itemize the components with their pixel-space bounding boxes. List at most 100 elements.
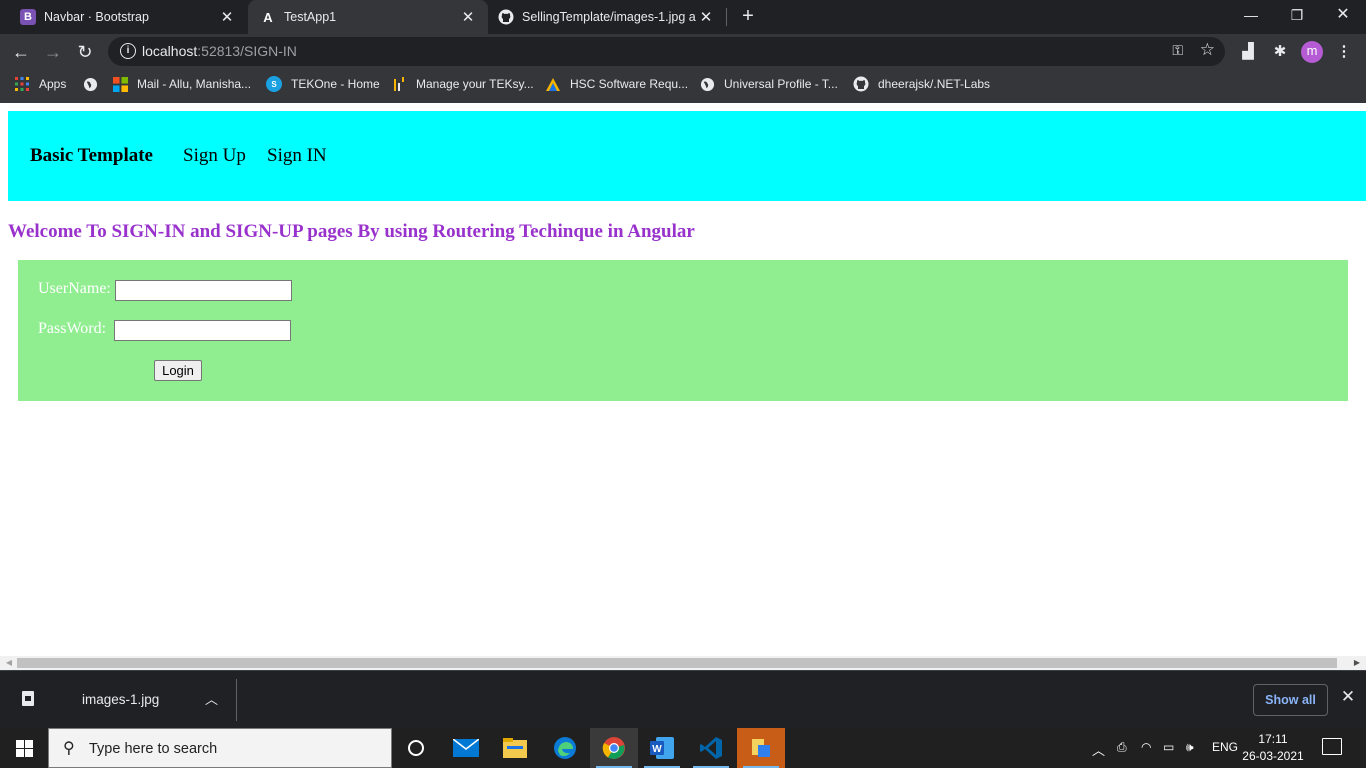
password-input[interactable] bbox=[114, 320, 291, 341]
menu-kebab-icon[interactable]: ⋮ bbox=[1334, 42, 1354, 62]
language-indicator[interactable]: ENG bbox=[1212, 740, 1238, 754]
tab-testapp1[interactable]: A TestApp1 ✕ bbox=[248, 0, 488, 34]
globe-icon bbox=[699, 76, 715, 92]
vscode-app[interactable] bbox=[687, 728, 735, 768]
bookmark-universal-profile[interactable]: Universal Profile - T... bbox=[699, 75, 838, 93]
bookmark-hsc[interactable]: HSC Software Requ... bbox=[545, 75, 688, 93]
page-heading: Welcome To SIGN-IN and SIGN-UP pages By … bbox=[8, 221, 695, 242]
close-window-button[interactable]: ✕ bbox=[1320, 0, 1366, 30]
username-input[interactable] bbox=[115, 280, 292, 301]
cortana-button[interactable] bbox=[392, 728, 440, 768]
close-shelf-icon[interactable]: ✕ bbox=[1338, 687, 1358, 707]
bars-icon bbox=[391, 76, 407, 92]
profile-avatar[interactable]: m bbox=[1301, 41, 1323, 63]
close-tab-icon[interactable]: ✕ bbox=[458, 8, 478, 26]
bookmark-tekone[interactable]: S TEKOne - Home bbox=[266, 75, 380, 93]
app-tile-icon bbox=[752, 739, 770, 757]
minimize-button[interactable]: — bbox=[1228, 0, 1274, 30]
angular-icon: A bbox=[263, 9, 273, 25]
chrome-app[interactable] bbox=[590, 728, 638, 768]
close-tab-icon[interactable]: ✕ bbox=[696, 8, 716, 26]
file-explorer-app[interactable] bbox=[491, 728, 539, 768]
bootstrap-icon: B bbox=[20, 9, 36, 25]
restore-button[interactable]: ❐ bbox=[1274, 0, 1320, 30]
tab-selling-template[interactable]: SellingTemplate/images-1.jpg at ✕ bbox=[488, 0, 726, 34]
tab-navbar-bootstrap[interactable]: B Navbar · Bootstrap ✕ bbox=[0, 0, 247, 34]
horizontal-scrollbar[interactable]: ◀ ▶ bbox=[0, 656, 1366, 670]
show-hidden-icons-chevron[interactable]: ︿ bbox=[1092, 740, 1105, 759]
windows-logo-icon bbox=[16, 740, 24, 748]
web-page: Basic Template Sign Up Sign IN Welcome T… bbox=[0, 103, 1366, 656]
mail-app[interactable] bbox=[442, 728, 490, 768]
username-label: UserName: bbox=[38, 280, 111, 297]
nav-link-sign-up[interactable]: Sign Up bbox=[183, 145, 246, 167]
bookmark-label: Mail - Allu, Manisha... bbox=[137, 77, 252, 91]
search-placeholder: Type here to search bbox=[89, 741, 218, 757]
forward-button[interactable]: → bbox=[40, 39, 66, 65]
start-button[interactable] bbox=[0, 728, 48, 768]
meet-now-icon[interactable]: ⎙ bbox=[1117, 740, 1127, 755]
reload-button[interactable]: ↻ bbox=[72, 39, 98, 65]
pinned-app[interactable] bbox=[737, 728, 785, 768]
site-info-icon[interactable]: i bbox=[120, 43, 136, 59]
file-icon bbox=[22, 691, 34, 706]
back-button[interactable]: ← bbox=[8, 39, 34, 65]
chevron-up-icon[interactable]: ︿ bbox=[205, 689, 218, 708]
scroll-left-arrow[interactable]: ◀ bbox=[2, 656, 16, 670]
bookmark-label: Manage your TEKsy... bbox=[416, 77, 534, 91]
bookmark-label: Apps bbox=[39, 77, 67, 91]
tab-title: TestApp1 bbox=[284, 10, 337, 24]
clock[interactable]: 17:11 26-03-2021 bbox=[1240, 731, 1306, 765]
scroll-right-arrow[interactable]: ▶ bbox=[1350, 656, 1364, 670]
bookmark-label: HSC Software Requ... bbox=[570, 77, 689, 91]
password-label: PassWord: bbox=[38, 320, 107, 337]
sharepoint-icon: S bbox=[266, 76, 282, 92]
tab-separator bbox=[726, 8, 727, 26]
nav-link-sign-in[interactable]: Sign IN bbox=[267, 145, 327, 167]
edge-icon bbox=[554, 737, 576, 759]
word-app[interactable]: W bbox=[638, 728, 686, 768]
bookmarks-bar: Apps Mail - Allu, Manisha... S TEKOne - … bbox=[0, 70, 1366, 98]
wifi-icon[interactable]: ◠ bbox=[1141, 740, 1151, 754]
bookmark-teksystems[interactable]: Manage your TEKsy... bbox=[391, 75, 534, 93]
extensions-icon[interactable]: ✱ bbox=[1270, 42, 1290, 62]
folder-icon bbox=[503, 738, 527, 758]
battery-icon[interactable]: ▭ bbox=[1163, 740, 1174, 754]
new-tab-button[interactable]: + bbox=[737, 5, 759, 29]
edge-app[interactable] bbox=[541, 728, 589, 768]
microsoft-logo-icon bbox=[112, 76, 128, 92]
navbar-brand[interactable]: Basic Template bbox=[30, 145, 153, 167]
download-file-name[interactable]: images-1.jpg bbox=[82, 692, 159, 707]
volume-icon[interactable]: 🕪 bbox=[1186, 740, 1194, 755]
windows-taskbar: ⚲ Type here to search W ︿ ⎙ ◠ ▭ 🕪 ENG 17… bbox=[0, 728, 1366, 768]
close-tab-icon[interactable]: ✕ bbox=[217, 8, 237, 26]
bookmark-label: dheerajsk/.NET-Labs bbox=[878, 77, 991, 91]
url-host: localhost bbox=[142, 43, 198, 59]
bookmark-star-icon[interactable]: ☆ bbox=[1200, 40, 1215, 60]
clock-date: 26-03-2021 bbox=[1242, 749, 1304, 763]
login-button[interactable]: Login bbox=[154, 360, 202, 381]
vscode-icon bbox=[700, 737, 722, 759]
triangle-logo-icon bbox=[545, 76, 561, 92]
bookmark-globe[interactable] bbox=[82, 75, 107, 93]
notification-center-icon[interactable] bbox=[1322, 738, 1342, 755]
bookmark-label: TEKOne - Home bbox=[291, 77, 380, 91]
apps-grid-icon bbox=[14, 76, 30, 92]
tab-title: SellingTemplate/images-1.jpg at bbox=[522, 10, 696, 24]
show-all-button[interactable]: Show all bbox=[1253, 684, 1328, 716]
url-text: localhost:52813/SIGN-IN bbox=[142, 43, 297, 59]
taskbar-search-box[interactable]: ⚲ Type here to search bbox=[48, 728, 392, 768]
bookmark-apps[interactable]: Apps bbox=[14, 75, 66, 93]
tab-strip: B Navbar · Bootstrap ✕ A TestApp1 ✕ Sell… bbox=[0, 0, 1366, 34]
search-icon: ⚲ bbox=[63, 740, 75, 757]
scrollbar-thumb[interactable] bbox=[17, 658, 1337, 668]
bookmark-github-labs[interactable]: dheerajsk/.NET-Labs bbox=[853, 75, 990, 93]
login-form: UserName: PassWord: Login bbox=[18, 260, 1348, 401]
performance-icon[interactable]: ▟ bbox=[1238, 42, 1258, 62]
chrome-icon bbox=[602, 737, 625, 759]
url-path: :52813/SIGN-IN bbox=[197, 43, 297, 59]
address-bar[interactable]: i localhost:52813/SIGN-IN ⚿ ☆ bbox=[108, 37, 1225, 66]
clock-time: 17:11 bbox=[1258, 732, 1288, 746]
password-key-icon[interactable]: ⚿ bbox=[1172, 42, 1183, 59]
bookmark-mail[interactable]: Mail - Allu, Manisha... bbox=[112, 75, 251, 93]
